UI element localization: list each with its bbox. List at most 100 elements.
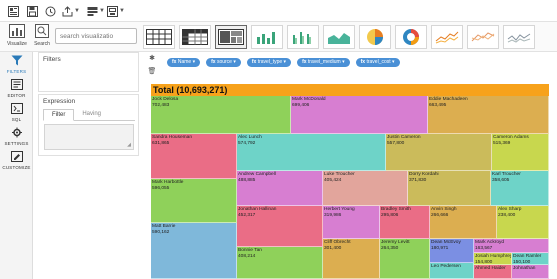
field-pill[interactable]: fx travel_medium ▾: [297, 58, 350, 67]
visualization-search-input[interactable]: [55, 28, 137, 44]
layout-icon[interactable]: ▼: [86, 3, 106, 19]
treemap-total-header[interactable]: Total (10,693,271): [151, 84, 549, 96]
search-button[interactable]: Search: [33, 24, 51, 50]
treemap-cell[interactable]: Anvin Singh 266,666: [430, 206, 497, 239]
treemap-cell-value: 557,800: [387, 140, 405, 146]
chevron-down-icon: ▾: [282, 59, 287, 65]
field-pill-label: Name: [177, 59, 192, 65]
treemap-cell[interactable]: Mark McDonald 699,406: [291, 96, 428, 134]
treemap-cell-value: 238,400: [498, 212, 516, 218]
tab-having[interactable]: Having: [74, 109, 109, 120]
filters-panel[interactable]: Filters: [38, 52, 139, 92]
bar-chart-thumbnail[interactable]: [251, 25, 283, 49]
settings-icon[interactable]: ✱: [147, 54, 157, 64]
treemap-cell-value: 358,605: [492, 177, 510, 183]
field-pill-label: travel_type: [257, 59, 283, 65]
print-icon[interactable]: ▼: [106, 3, 126, 19]
treemap-cell[interactable]: Mark Ackroyd 163,567: [474, 239, 549, 253]
treemap-cell[interactable]: Matt Barrie 590,162: [151, 223, 237, 279]
field-pill[interactable]: fx travel_type ▾: [246, 58, 292, 67]
treemap-cell-value: 702,483: [152, 102, 170, 108]
treemap-cell[interactable]: Andrew Campbell 488,885: [237, 171, 323, 206]
expression-textarea[interactable]: ◢: [44, 124, 134, 150]
pie-chart-thumbnail[interactable]: [359, 25, 391, 49]
left-rail: FILTERS EDITOR SQL SETTINGS CUSTOMIZE: [0, 52, 33, 279]
treemap-cell[interactable]: Alex Sharp 238,400: [497, 206, 549, 239]
treemap-cell-value: 631,865: [152, 140, 170, 146]
multi-line-chart-thumbnail[interactable]: [467, 25, 499, 49]
treemap-cell[interactable]: Ahmed Haider: [474, 265, 512, 279]
dashboard-icon[interactable]: [6, 3, 20, 19]
treemap-cell[interactable]: Jeremy Levitt 264,350: [380, 239, 430, 279]
treemap-cell-value: 452,317: [238, 212, 256, 218]
field-pill[interactable]: fx source ▾: [206, 58, 241, 67]
treemap-cell[interactable]: Mark Harbottle 596,055: [151, 179, 237, 223]
treemap-cell-value: 264,350: [381, 245, 399, 251]
expression-tabs: Filter Having: [43, 109, 135, 121]
pivot-table-thumbnail[interactable]: [179, 25, 211, 49]
rail-item-label: SQL: [11, 117, 22, 122]
treemap-cell[interactable]: Bradley Smith 295,806: [380, 206, 430, 239]
treemap-cell[interactable]: Dean McEvoy 180,971: [430, 239, 474, 263]
export-icon[interactable]: ▼: [61, 3, 81, 19]
treemap-cell[interactable]: Herbert Young 319,986: [323, 206, 380, 239]
treemap-cell-value: 295,806: [381, 212, 399, 218]
treemap-cell[interactable]: Leo Pedersen: [430, 263, 474, 279]
side-panels: Filters Expression Filter Having ◢: [35, 52, 141, 279]
treemap-thumbnail[interactable]: [215, 25, 247, 49]
treemap-cell-name: Ahmed Haider: [475, 266, 506, 271]
visualize-button[interactable]: Visualize: [4, 24, 30, 50]
treemap-cell[interactable]: Sandra Houseman 631,865: [151, 134, 237, 179]
chevron-down-icon: ▾: [231, 59, 236, 65]
chevron-down-icon: ▾: [340, 59, 345, 65]
grouped-bar-chart-thumbnail[interactable]: [287, 25, 319, 49]
area-line-chart-thumbnail[interactable]: [503, 25, 535, 49]
treemap-cell[interactable]: Jock Delosa 702,483: [151, 96, 291, 134]
treemap-cell-value: 699,406: [292, 102, 310, 108]
treemap-cell[interactable]: Justin Cameron 557,800: [386, 134, 492, 171]
treemap-cell[interactable]: Jonathan Hallinan 452,317: [237, 206, 323, 247]
treemap-cell[interactable]: Dorry Kordahi 371,830: [408, 171, 491, 206]
treemap-cell[interactable]: Dean Ramler 150,100: [512, 253, 549, 265]
rail-item-label: EDITOR: [7, 93, 26, 98]
treemap-cell[interactable]: Cliff Obrecht 301,400: [323, 239, 380, 279]
filters-panel-title: Filters: [43, 56, 61, 63]
treemap-cell[interactable]: Eddie Machadeen 663,495: [428, 96, 549, 134]
line-chart-thumbnail[interactable]: [431, 25, 463, 49]
rail-item-sql[interactable]: SQL: [0, 103, 33, 122]
treemap-cell-value: 574,792: [238, 140, 256, 146]
settings-icon: [11, 127, 22, 138]
history-icon[interactable]: [43, 3, 57, 19]
resize-handle-icon[interactable]: ◢: [127, 142, 131, 148]
expression-panel: Expression Filter Having ◢: [38, 94, 139, 156]
treemap-cell[interactable]: Karl Troucher 358,605: [491, 171, 549, 206]
table-grid-thumbnail[interactable]: [143, 25, 175, 49]
chevron-down-icon: ▼: [119, 8, 125, 14]
treemap-cell[interactable]: Bonnie Tan 408,214: [237, 247, 323, 279]
sql-icon: [10, 103, 23, 114]
treemap-cell[interactable]: Alec Lunch 574,792: [237, 134, 386, 171]
function-icon: fx: [211, 59, 216, 65]
donut-chart-thumbnail[interactable]: [395, 25, 427, 49]
rail-item-customize[interactable]: CUSTOMIZE: [0, 151, 33, 170]
rail-item-filters[interactable]: FILTERS: [0, 55, 33, 74]
treemap-cell-value: 590,162: [152, 229, 170, 235]
treemap-cell[interactable]: Johnathan: [512, 265, 549, 279]
chevron-down-icon: ▾: [191, 59, 196, 65]
delete-icon[interactable]: 🗑: [147, 67, 157, 77]
field-pill[interactable]: fx travel_cost ▾: [355, 58, 400, 67]
treemap-cell-name: Josiah Humphreys: [475, 254, 512, 259]
tab-filter[interactable]: Filter: [43, 109, 75, 121]
rail-item-label: SETTINGS: [4, 141, 29, 146]
treemap-cell[interactable]: Luke Troucher 405,424: [323, 171, 408, 206]
treemap-cell[interactable]: Cameron Adams 515,369: [492, 134, 549, 171]
function-icon: fx: [302, 59, 307, 65]
field-pill[interactable]: fx Name ▾: [167, 58, 201, 67]
rail-item-editor[interactable]: EDITOR: [0, 79, 33, 98]
search-label: Search: [34, 41, 50, 47]
treemap-cell-value: 180,971: [431, 245, 449, 251]
rail-item-settings[interactable]: SETTINGS: [0, 127, 33, 146]
save-icon[interactable]: [25, 3, 39, 19]
area-chart-thumbnail[interactable]: [323, 25, 355, 49]
treemap-cell[interactable]: Josiah Humphreys 154,800: [474, 253, 512, 265]
